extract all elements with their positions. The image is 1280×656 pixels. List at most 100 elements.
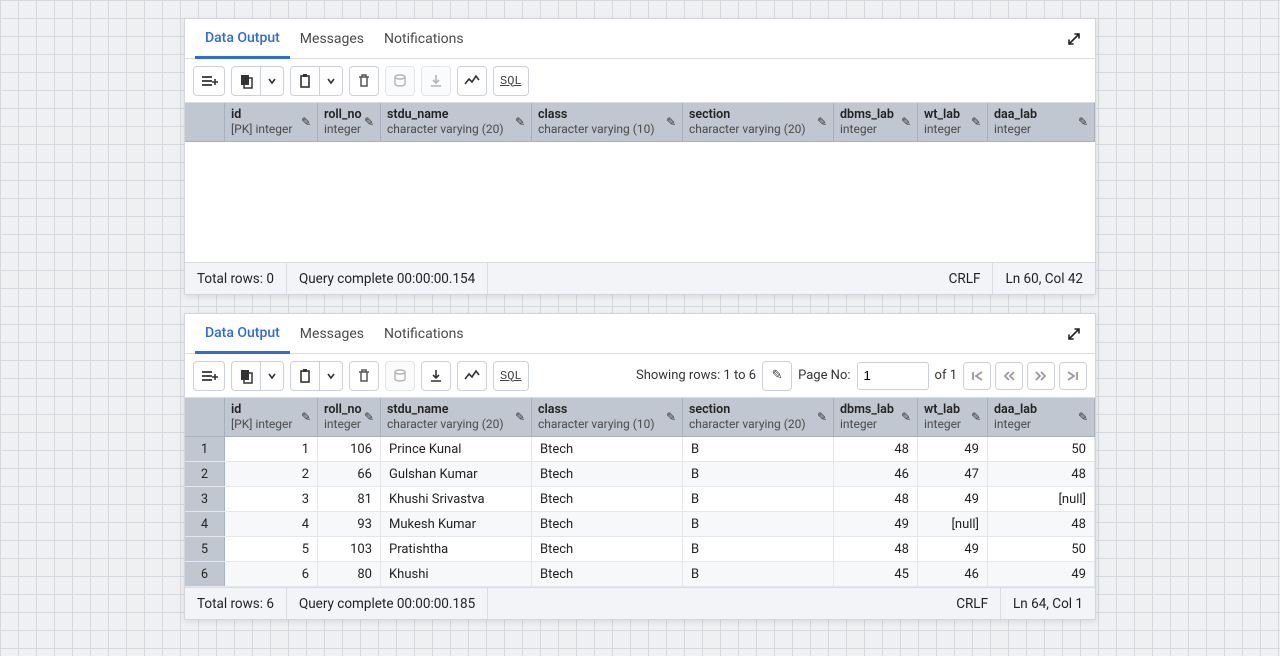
cell-id[interactable]: 6 <box>225 562 318 586</box>
cell-dbms[interactable]: 48 <box>834 437 918 461</box>
download-button[interactable] <box>421 66 451 96</box>
col-header-name[interactable]: stdu_namecharacter varying (20)✎ <box>381 398 532 436</box>
col-header-class[interactable]: classcharacter varying (10)✎ <box>532 103 683 141</box>
graph-button[interactable] <box>457 361 487 391</box>
table-row[interactable]: 2266Gulshan KumarBtechB464748 <box>185 462 1095 487</box>
tab-notifications[interactable]: Notifications <box>374 19 474 58</box>
copy-button[interactable] <box>231 66 261 96</box>
paste-button[interactable] <box>290 66 320 96</box>
cell-section[interactable]: B <box>683 437 834 461</box>
first-page-button[interactable] <box>963 362 991 390</box>
copy-button[interactable] <box>231 361 261 391</box>
cell-daa[interactable]: 50 <box>988 537 1095 561</box>
add-row-button[interactable] <box>193 361 225 391</box>
sql-button[interactable]: SQL <box>493 361 529 391</box>
col-header-dbms[interactable]: dbms_labinteger✎ <box>834 103 918 141</box>
table-row[interactable]: 4493Mukesh KumarBtechB49[null]48 <box>185 512 1095 537</box>
rownum-cell[interactable]: 4 <box>185 512 225 536</box>
delete-button[interactable] <box>349 66 379 96</box>
cell-daa[interactable]: [null] <box>988 487 1095 511</box>
save-data-button[interactable] <box>385 361 415 391</box>
tab-data-output[interactable]: Data Output <box>195 20 290 59</box>
tab-data-output[interactable]: Data Output <box>195 315 290 354</box>
cell-class[interactable]: Btech <box>532 512 683 536</box>
cell-name[interactable]: Khushi Srivastva <box>381 487 532 511</box>
copy-menu-button[interactable] <box>261 361 284 391</box>
pencil-icon[interactable]: ✎ <box>666 410 676 424</box>
col-header-roll[interactable]: roll_nointeger✎ <box>318 103 381 141</box>
cell-id[interactable]: 4 <box>225 512 318 536</box>
cell-wt[interactable]: [null] <box>918 512 988 536</box>
col-header-dbms[interactable]: dbms_labinteger✎ <box>834 398 918 436</box>
delete-button[interactable] <box>349 361 379 391</box>
cell-id[interactable]: 1 <box>225 437 318 461</box>
cell-section[interactable]: B <box>683 487 834 511</box>
pencil-icon[interactable]: ✎ <box>666 115 676 129</box>
pencil-icon[interactable]: ✎ <box>364 115 374 129</box>
col-header-class[interactable]: classcharacter varying (10)✎ <box>532 398 683 436</box>
col-header-wt[interactable]: wt_labinteger✎ <box>918 398 988 436</box>
cell-name[interactable]: Khushi <box>381 562 532 586</box>
cell-name[interactable]: Prince Kunal <box>381 437 532 461</box>
cell-class[interactable]: Btech <box>532 487 683 511</box>
col-header-name[interactable]: stdu_namecharacter varying (20)✎ <box>381 103 532 141</box>
paste-menu-button[interactable] <box>320 66 343 96</box>
pencil-icon[interactable]: ✎ <box>301 115 311 129</box>
table-row[interactable]: 11106Prince KunalBtechB484950 <box>185 437 1095 462</box>
cell-name[interactable]: Mukesh Kumar <box>381 512 532 536</box>
col-header-roll[interactable]: roll_nointeger✎ <box>318 398 381 436</box>
pencil-icon[interactable]: ✎ <box>901 410 911 424</box>
paste-button[interactable] <box>290 361 320 391</box>
save-data-button[interactable] <box>385 66 415 96</box>
cell-daa[interactable]: 50 <box>988 437 1095 461</box>
col-header-daa[interactable]: daa_labinteger✎ <box>988 103 1095 141</box>
copy-menu-button[interactable] <box>261 66 284 96</box>
cell-dbms[interactable]: 46 <box>834 462 918 486</box>
rownum-cell[interactable]: 5 <box>185 537 225 561</box>
cell-class[interactable]: Btech <box>532 462 683 486</box>
pencil-icon[interactable]: ✎ <box>901 115 911 129</box>
cell-class[interactable]: Btech <box>532 537 683 561</box>
pencil-icon[interactable]: ✎ <box>515 410 525 424</box>
paste-menu-button[interactable] <box>320 361 343 391</box>
cell-wt[interactable]: 49 <box>918 487 988 511</box>
cell-class[interactable]: Btech <box>532 437 683 461</box>
col-header-wt[interactable]: wt_labinteger✎ <box>918 103 988 141</box>
cell-roll[interactable]: 80 <box>318 562 381 586</box>
cell-roll[interactable]: 81 <box>318 487 381 511</box>
tab-notifications[interactable]: Notifications <box>374 314 474 353</box>
cell-roll[interactable]: 66 <box>318 462 381 486</box>
cell-name[interactable]: Pratishtha <box>381 537 532 561</box>
last-page-button[interactable] <box>1059 362 1087 390</box>
pencil-icon[interactable]: ✎ <box>817 115 827 129</box>
cell-dbms[interactable]: 48 <box>834 487 918 511</box>
pencil-icon[interactable]: ✎ <box>971 410 981 424</box>
cell-section[interactable]: B <box>683 462 834 486</box>
tab-messages[interactable]: Messages <box>290 314 374 353</box>
table-row[interactable]: 3381Khushi SrivastvaBtechB4849[null] <box>185 487 1095 512</box>
graph-button[interactable] <box>457 66 487 96</box>
rownum-cell[interactable]: 3 <box>185 487 225 511</box>
cell-dbms[interactable]: 48 <box>834 537 918 561</box>
cell-daa[interactable]: 49 <box>988 562 1095 586</box>
pencil-icon[interactable]: ✎ <box>364 410 374 424</box>
sql-button[interactable]: SQL <box>493 66 529 96</box>
cell-roll[interactable]: 103 <box>318 537 381 561</box>
cell-dbms[interactable]: 49 <box>834 512 918 536</box>
edit-rows-button[interactable]: ✎ <box>762 361 792 391</box>
cell-section[interactable]: B <box>683 537 834 561</box>
cell-roll[interactable]: 106 <box>318 437 381 461</box>
rownum-cell[interactable]: 1 <box>185 437 225 461</box>
cell-dbms[interactable]: 45 <box>834 562 918 586</box>
col-header-section[interactable]: sectioncharacter varying (20)✎ <box>683 398 834 436</box>
pencil-icon[interactable]: ✎ <box>515 115 525 129</box>
cell-wt[interactable]: 46 <box>918 562 988 586</box>
cell-id[interactable]: 2 <box>225 462 318 486</box>
cell-name[interactable]: Gulshan Kumar <box>381 462 532 486</box>
cell-class[interactable]: Btech <box>532 562 683 586</box>
col-header-daa[interactable]: daa_labinteger✎ <box>988 398 1095 436</box>
tab-messages[interactable]: Messages <box>290 19 374 58</box>
cell-id[interactable]: 3 <box>225 487 318 511</box>
cell-wt[interactable]: 47 <box>918 462 988 486</box>
expand-icon[interactable] <box>1063 28 1085 50</box>
